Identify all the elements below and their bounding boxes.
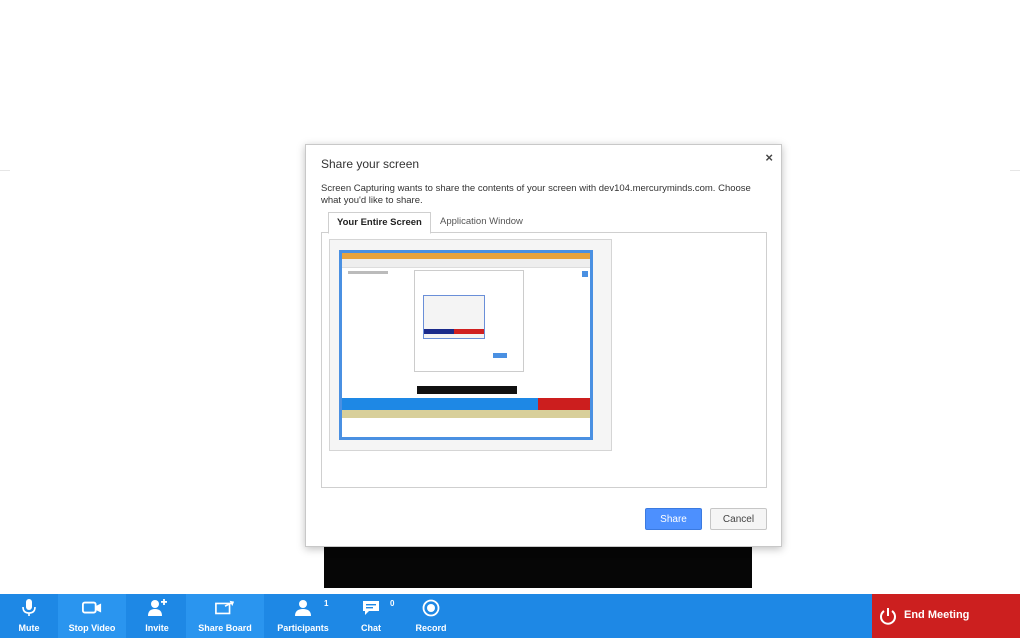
thumbnail-dialog [414,270,524,372]
stop-video-button[interactable]: Stop Video [58,594,126,638]
thumbnail-inner-red [454,329,484,334]
microphone-icon [22,599,36,616]
thumbnail-address-bar [342,259,590,268]
video-camera-icon [82,601,102,614]
meeting-toolbar: Mute Stop Video Invite Share Board 1 Par… [0,594,1020,638]
record-button[interactable]: Record [408,594,454,638]
chat-count: 0 [390,599,395,608]
add-user-icon [148,599,167,616]
participants-label: Participants [277,623,329,633]
cancel-button[interactable]: Cancel [710,508,767,530]
share-board-button[interactable]: Share Board [186,594,264,638]
thumbnail-end-meeting [538,398,590,410]
video-area [324,545,752,588]
participants-button[interactable]: 1 Participants [270,594,336,638]
screen-thumbnail-card[interactable] [329,239,612,451]
close-icon[interactable]: × [765,150,773,165]
tab-panel [321,232,767,488]
screen-thumbnail[interactable] [339,250,593,440]
end-meeting-button[interactable]: End Meeting [872,594,1020,638]
thumbnail-black-strip [417,386,517,394]
thumbnail-text [348,271,388,274]
mute-label: Mute [18,623,40,633]
stop-video-label: Stop Video [68,623,116,633]
share-board-label: Share Board [198,623,252,633]
dialog-title: Share your screen [321,157,420,171]
record-icon [422,599,440,617]
thumbnail-os-taskbar [342,410,590,418]
invite-label: Invite [145,623,169,633]
participants-icon [295,600,311,616]
share-board-icon [215,600,235,615]
chat-label: Chat [361,623,381,633]
participants-count: 1 [324,599,329,608]
chat-button[interactable]: 0 Chat [346,594,396,638]
share-button[interactable]: Share [645,508,702,530]
thumbnail-button [493,353,507,358]
mute-button[interactable]: Mute [0,594,58,638]
power-icon [880,608,896,625]
end-meeting-label: End Meeting [904,609,970,621]
share-screen-dialog: Share your screen × Screen Capturing wan… [305,144,782,547]
tab-application-window[interactable]: Application Window [432,212,531,232]
thumbnail-scroll [582,271,588,277]
record-label: Record [415,623,447,633]
dialog-description: Screen Capturing wants to share the cont… [321,183,751,206]
divider-left [0,170,10,171]
tab-entire-screen[interactable]: Your Entire Screen [328,212,431,234]
thumbnail-inner-preview [423,295,485,339]
divider-right [1010,170,1020,171]
invite-button[interactable]: Invite [130,594,184,638]
chat-bubble-icon [363,601,379,615]
